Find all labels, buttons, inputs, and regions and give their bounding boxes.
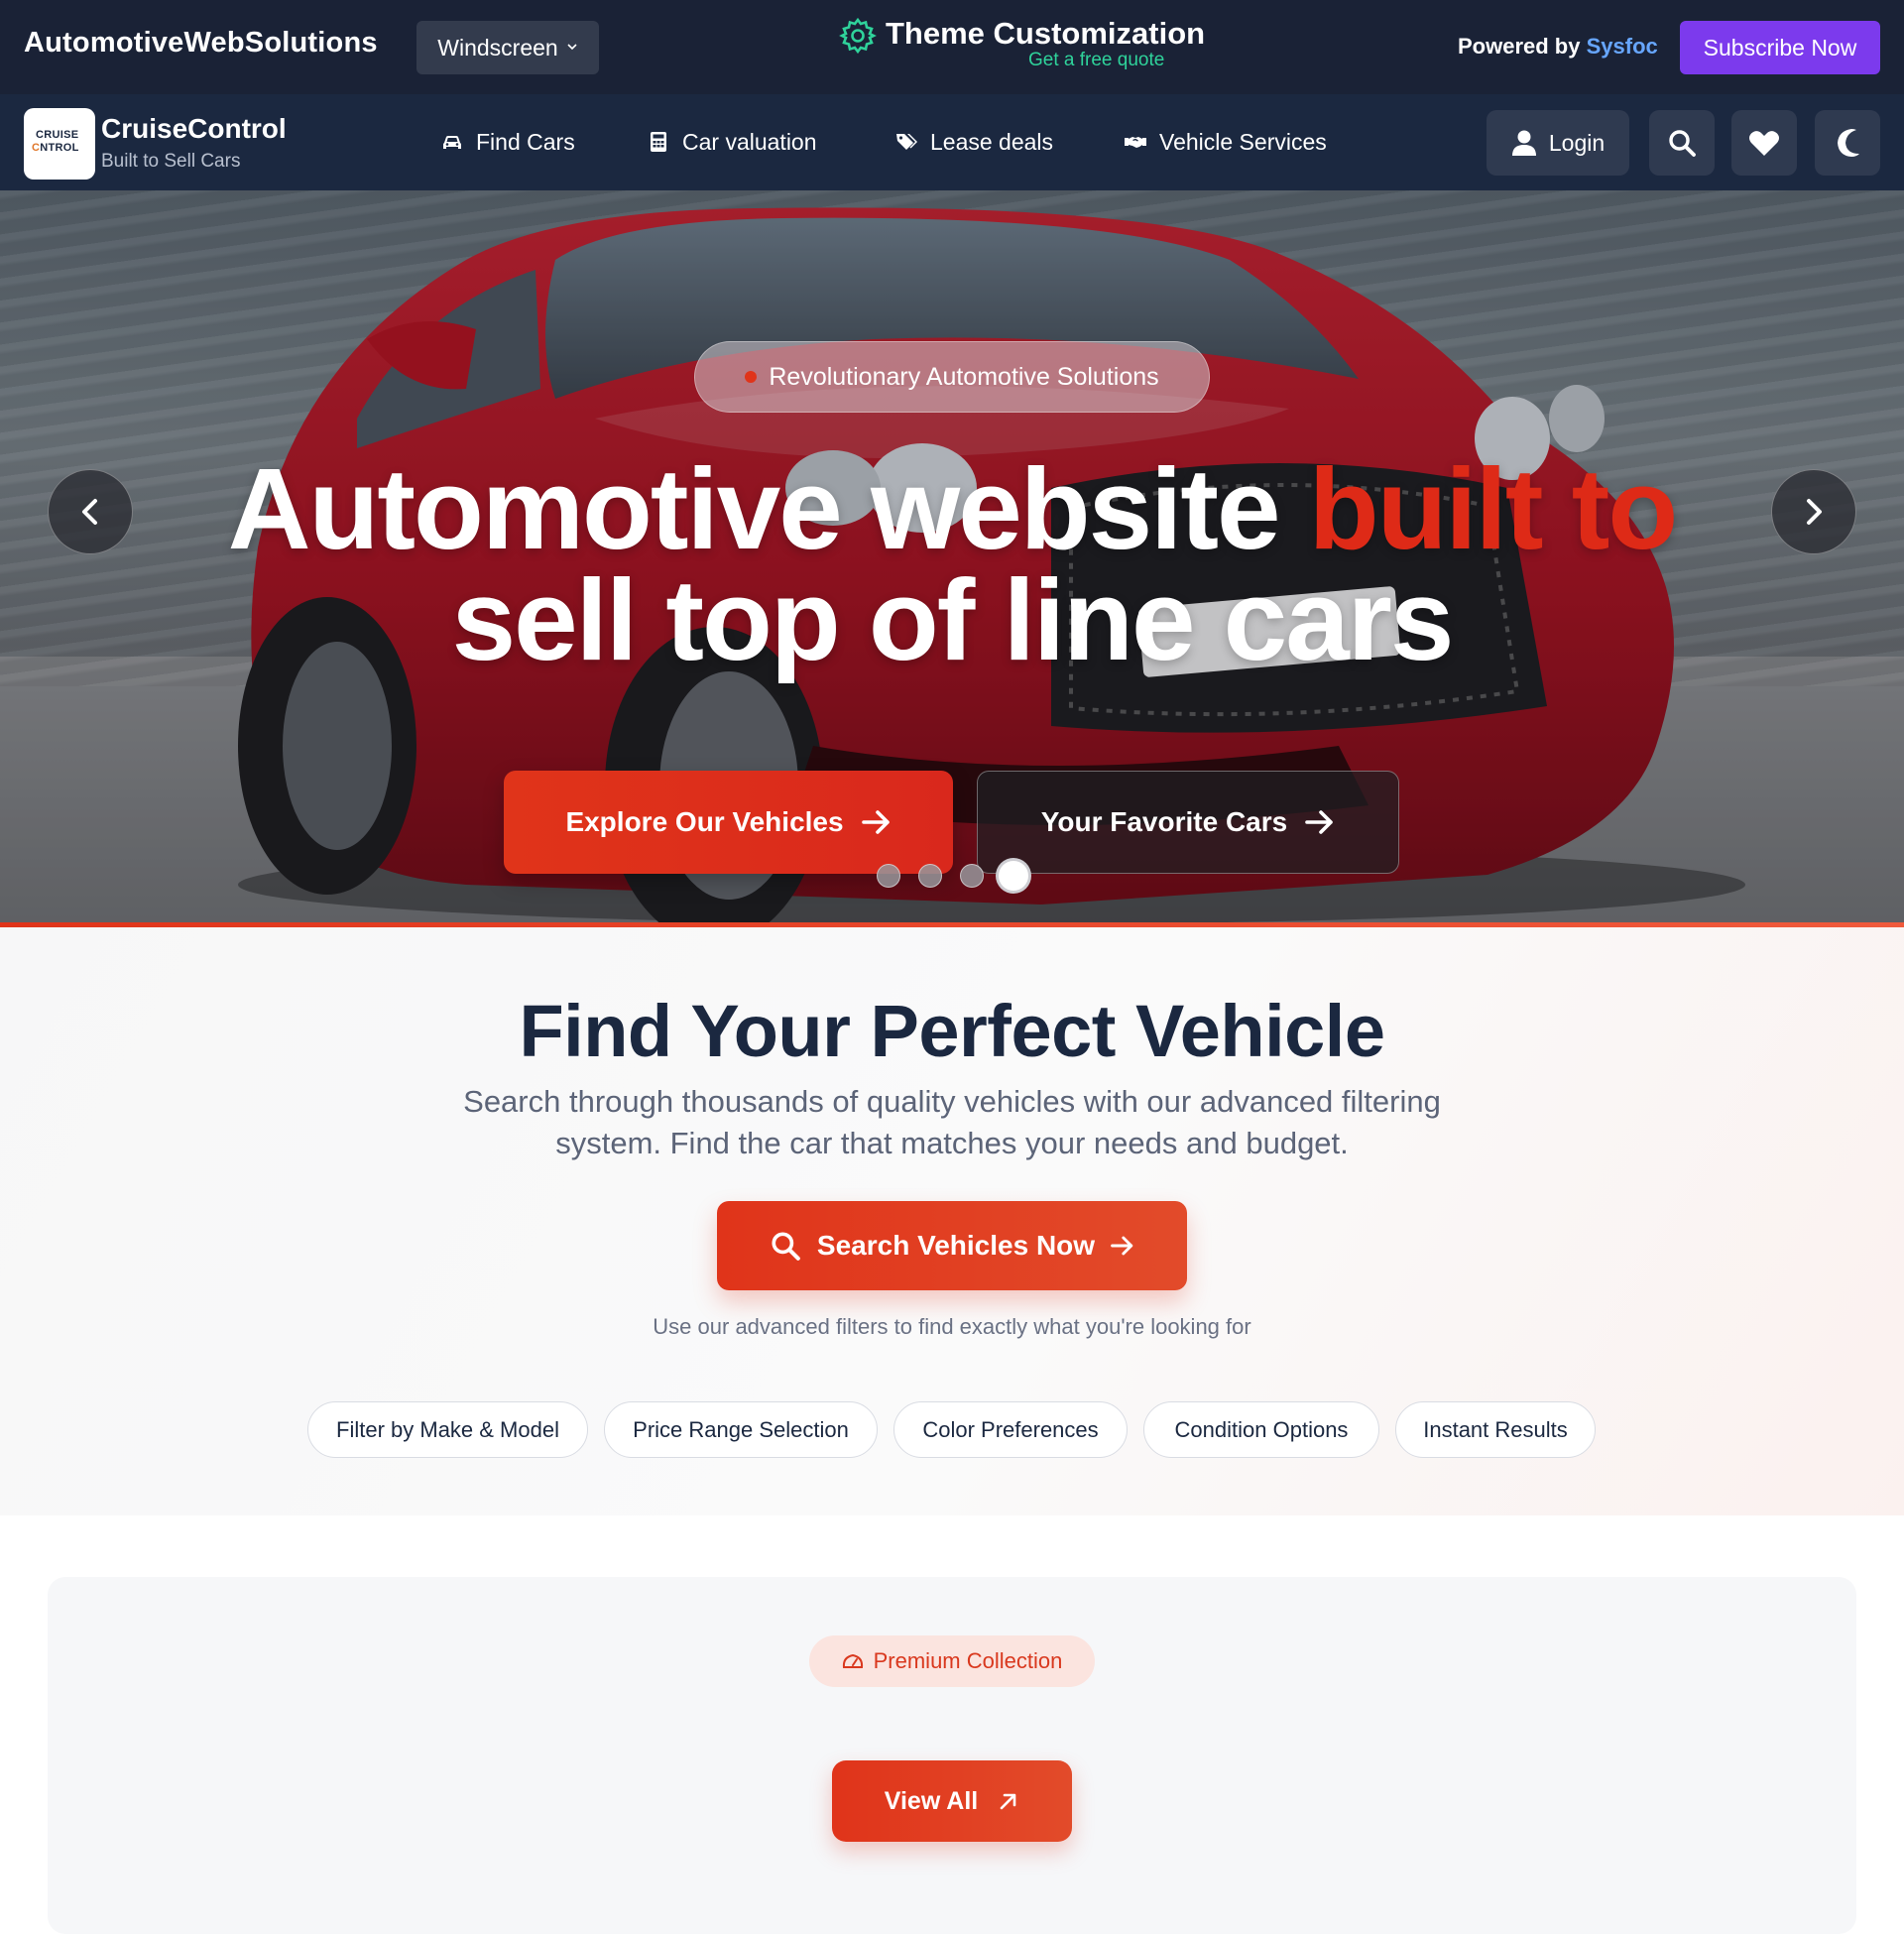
hero-badge: Revolutionary Automotive Solutions [694, 341, 1210, 413]
explore-vehicles-button[interactable]: Explore Our Vehicles [504, 771, 953, 874]
hero-headline: Automotive website built to sell top of … [119, 451, 1785, 677]
carousel-dot[interactable] [996, 858, 1031, 894]
search-icon [1669, 130, 1696, 157]
nav-vehicle-services-label: Vehicle Services [1159, 128, 1327, 155]
chip-price-range[interactable]: Price Range Selection [604, 1401, 878, 1458]
search-icon [772, 1232, 800, 1261]
search-section: Find Your Perfect Vehicle Search through… [0, 927, 1904, 1515]
logo-text-ol: OL [62, 142, 79, 154]
arrow-right-icon [1111, 1236, 1133, 1256]
chip-make-model[interactable]: Filter by Make & Model [307, 1401, 588, 1458]
chip-condition-options[interactable]: Condition Options [1143, 1401, 1379, 1458]
main-navbar: CRUISE CNTROL CruiseControl Built to Sel… [0, 94, 1904, 190]
view-all-label: View All [884, 1786, 979, 1815]
carousel-dot[interactable] [877, 864, 900, 888]
favorite-cars-button[interactable]: Your Favorite Cars [977, 771, 1399, 874]
subscribe-button[interactable]: Subscribe Now [1680, 21, 1880, 74]
car-icon [443, 136, 461, 149]
login-button[interactable]: Login [1487, 110, 1629, 176]
powered-by-brand-link[interactable]: Sysfoc [1587, 34, 1658, 59]
site-logo[interactable]: CRUISE CNTROL [24, 108, 95, 180]
hero-badge-label: Revolutionary Automotive Solutions [769, 362, 1159, 391]
logo-text-ntr: NTR [40, 142, 63, 154]
favorite-cars-label: Your Favorite Cars [1040, 806, 1288, 837]
nav-car-valuation[interactable]: Car valuation [647, 124, 817, 160]
nav-lease-deals-label: Lease deals [930, 128, 1054, 155]
nav-vehicle-services[interactable]: Vehicle Services [1124, 124, 1327, 160]
heart-icon [1749, 131, 1779, 156]
explore-vehicles-label: Explore Our Vehicles [565, 806, 844, 837]
search-section-description: Search through thousands of quality vehi… [463, 1084, 1441, 1160]
nav-find-cars[interactable]: Find Cars [440, 124, 575, 160]
search-vehicles-label: Search Vehicles Now [816, 1230, 1096, 1261]
chevron-left-icon [82, 499, 97, 525]
handshake-icon [1125, 137, 1146, 148]
hero-next-button[interactable] [1771, 469, 1856, 554]
premium-collection-section [48, 1577, 1856, 1934]
carousel-dot[interactable] [918, 864, 942, 888]
hero-section: Revolutionary Automotive Solutions Autom… [0, 190, 1904, 922]
site-tagline: Built to Sell Cars [101, 151, 241, 172]
calculator-icon [651, 132, 666, 152]
gear-icon [839, 17, 877, 55]
theme-customization-subtitle: Get a free quote [1028, 50, 1165, 70]
site-name[interactable]: CruiseControl [101, 113, 287, 145]
top-brand-name[interactable]: AutomotiveWebSolutions [24, 27, 378, 60]
user-icon [1511, 130, 1536, 156]
powered-by-prefix: Powered by [1458, 34, 1581, 59]
chevron-right-icon [1807, 499, 1822, 525]
search-section-title: Find Your Perfect Vehicle [519, 990, 1385, 1072]
search-hint-text: Use our advanced filters to find exactly… [653, 1314, 1251, 1339]
view-all-button[interactable]: View All [832, 1760, 1072, 1842]
premium-collection-badge: Premium Collection [809, 1635, 1095, 1687]
hero-prev-button[interactable] [48, 469, 133, 554]
logo-text-c: C [32, 142, 41, 154]
login-label: Login [1548, 129, 1606, 156]
speedometer-icon [842, 1653, 863, 1668]
tags-icon [896, 134, 917, 150]
chevron-down-icon [566, 41, 578, 56]
favorites-button[interactable] [1731, 110, 1797, 176]
theme-select-value: Windscreen [437, 34, 558, 60]
chip-color-preferences[interactable]: Color Preferences [893, 1401, 1128, 1458]
nav-lease-deals[interactable]: Lease deals [894, 124, 1053, 160]
carousel-dot[interactable] [960, 864, 984, 888]
theme-customization-title: Theme Customization [886, 16, 1206, 51]
theme-select-dropdown[interactable]: Windscreen [416, 21, 599, 74]
moon-icon [1838, 129, 1859, 157]
hero-headline-accent: built to [1308, 444, 1679, 573]
arrow-right-icon [861, 810, 890, 834]
nav-car-valuation-label: Car valuation [682, 128, 817, 155]
chip-instant-results[interactable]: Instant Results [1395, 1401, 1596, 1458]
arrow-right-icon [1305, 810, 1334, 834]
logo-text-line1: CRUISE [36, 129, 79, 141]
logo-text-line2: CNTROL [32, 142, 79, 154]
theme-customization-link[interactable]: Theme Customization Get a free quote [838, 14, 1225, 73]
hero-headline-part1: Automotive website [227, 444, 1309, 573]
nav-find-cars-label: Find Cars [476, 128, 575, 155]
badge-dot [745, 371, 758, 383]
dark-mode-toggle[interactable] [1815, 110, 1880, 176]
arrow-up-right-icon [1000, 1793, 1016, 1810]
powered-by-text: Powered by Sysfoc [1458, 34, 1658, 60]
premium-collection-label: Premium Collection [873, 1648, 1063, 1673]
hero-headline-part2: sell top of line cars [451, 555, 1455, 684]
search-vehicles-button[interactable]: Search Vehicles Now [717, 1201, 1187, 1290]
search-button[interactable] [1649, 110, 1715, 176]
top-bar: AutomotiveWebSolutions Windscreen Theme … [0, 0, 1904, 94]
